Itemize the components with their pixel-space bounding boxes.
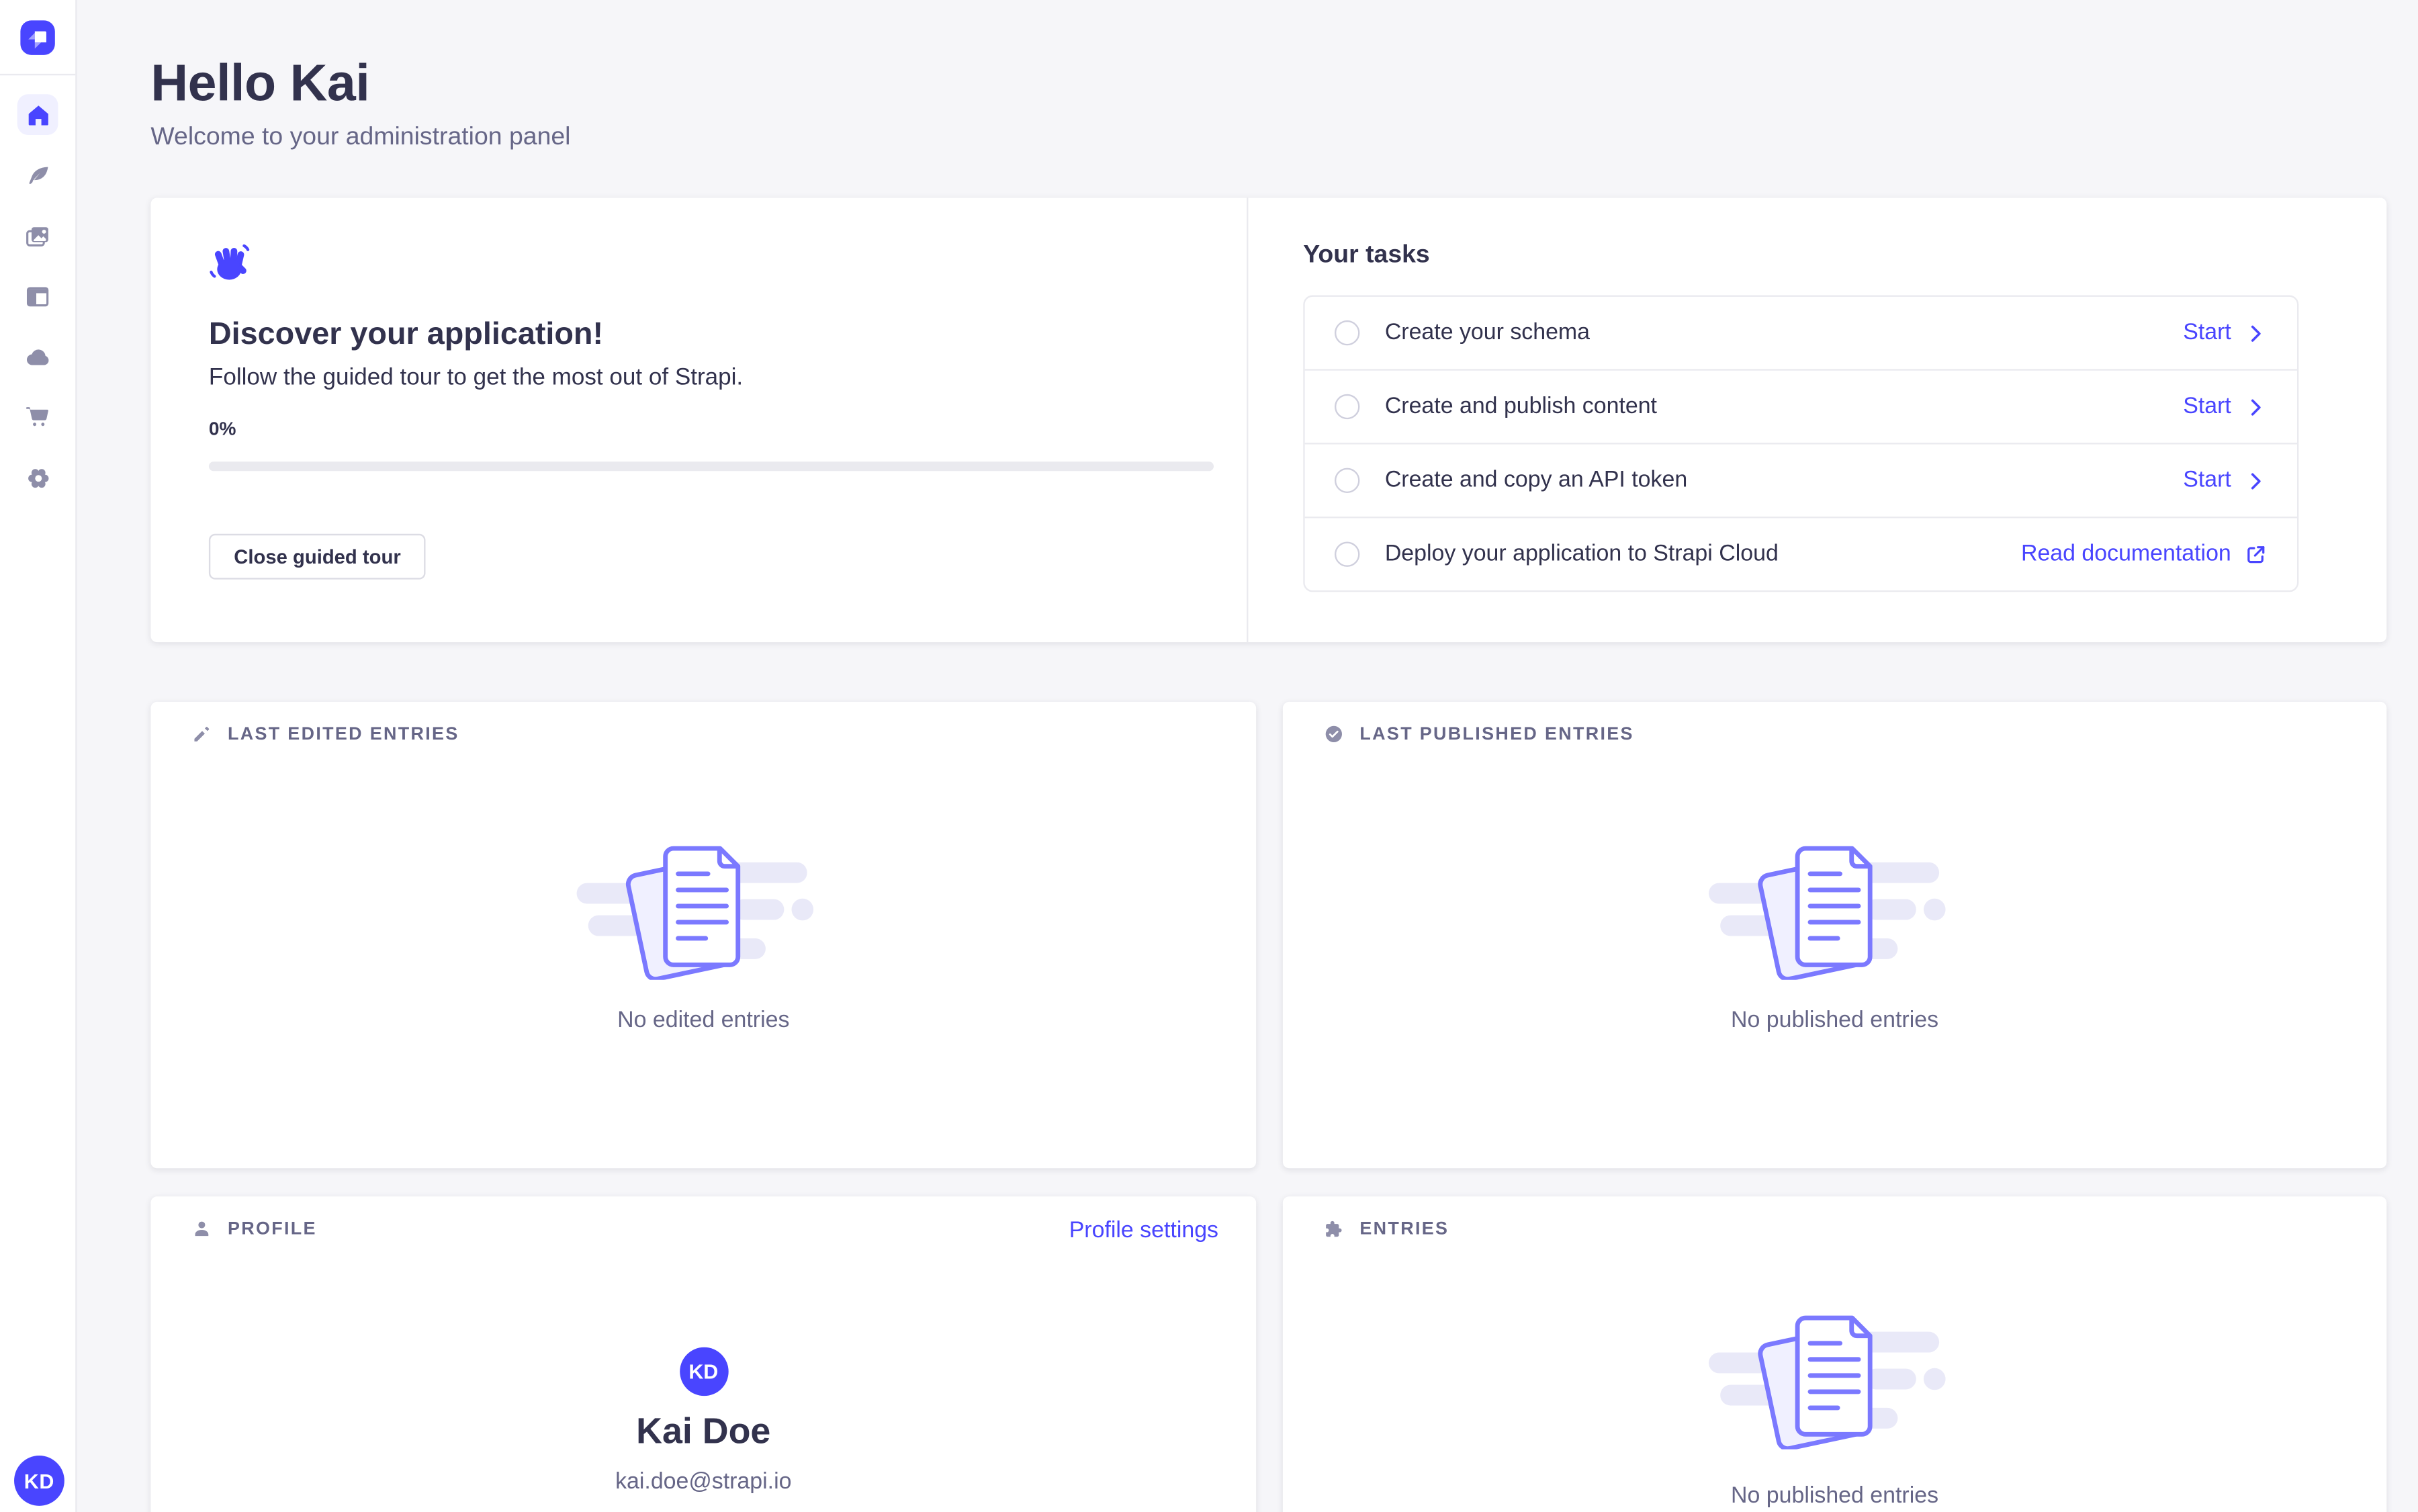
guided-tour-title: Discover your application!: [209, 317, 603, 353]
empty-state-text: No published entries: [1731, 1008, 1938, 1033]
task-label: Deploy your application to Strapi Cloud: [1385, 541, 1779, 566]
sidebar-item-content-type-builder[interactable]: [17, 276, 58, 317]
empty-state-text: No published entries: [1731, 1484, 1938, 1509]
last-edited-entries-card: LAST EDITED ENTRIES No edited entries: [150, 702, 1256, 1168]
sidebar-item-settings[interactable]: [17, 457, 58, 498]
profile-avatar: KD: [679, 1347, 727, 1396]
task-status-radio: [1335, 468, 1359, 493]
person-icon: [191, 1218, 212, 1239]
strapi-admin-homepage: KD Hello Kai Welcome to your administrat…: [0, 0, 2418, 1512]
task-label: Create and publish content: [1385, 394, 1657, 419]
panel-header: PROFILE: [191, 1218, 317, 1239]
tasks-list: Create your schema Start Create and publ…: [1303, 295, 2298, 592]
panel-caption: PROFILE: [228, 1219, 317, 1238]
chevron-right-icon: [2244, 395, 2268, 418]
panel-caption: ENTRIES: [1359, 1219, 1449, 1238]
profile-email: kai.doe@strapi.io: [615, 1470, 791, 1495]
task-action-label: Start: [2183, 394, 2231, 419]
cart-icon: [24, 402, 52, 430]
sidebar-divider: [0, 74, 75, 75]
task-action-label: Read documentation: [2021, 541, 2231, 566]
guided-tour-subtitle: Follow the guided tour to get the most o…: [209, 364, 743, 391]
empty-documents-illustration: [1707, 1306, 1962, 1450]
task-row-publish-content: Create and publish content Start: [1305, 369, 2297, 443]
layout-icon: [24, 283, 52, 311]
user-avatar[interactable]: KD: [14, 1456, 64, 1506]
panel-header: LAST EDITED ENTRIES: [191, 724, 459, 744]
task-start-link[interactable]: Start: [2183, 320, 2267, 345]
sidebar-item-content[interactable]: [17, 155, 58, 196]
puzzle-icon: [1324, 1218, 1344, 1239]
empty-state: No edited entries: [150, 702, 1256, 1033]
panel-header: LAST PUBLISHED ENTRIES: [1324, 724, 1634, 744]
task-start-link[interactable]: Start: [2183, 394, 2267, 419]
page-header: Hello Kai Welcome to your administration…: [150, 53, 570, 152]
task-action-label: Start: [2183, 468, 2231, 493]
gear-icon: [23, 462, 52, 492]
last-published-entries-card: LAST PUBLISHED ENTRIES No published entr…: [1283, 702, 2386, 1168]
profile-name: Kai Doe: [636, 1410, 770, 1452]
profile-settings-link[interactable]: Profile settings: [1069, 1218, 1218, 1243]
cloud-icon: [23, 341, 52, 371]
sidebar-item-home[interactable]: [17, 94, 58, 135]
check-circle-icon: [1324, 724, 1344, 744]
guided-tour-progress-bar: [209, 461, 1214, 471]
panel-caption: LAST PUBLISHED ENTRIES: [1359, 725, 1633, 744]
task-status-radio: [1335, 394, 1359, 419]
panel-header: ENTRIES: [1324, 1218, 1449, 1239]
page-subtitle: Welcome to your administration panel: [150, 124, 570, 152]
profile-card: PROFILE Profile settings KD Kai Doe kai.…: [150, 1196, 1256, 1512]
media-images-icon: [24, 223, 52, 251]
task-label: Create and copy an API token: [1385, 468, 1687, 493]
main-navigation-sidebar: KD: [0, 0, 77, 1512]
task-status-radio: [1335, 320, 1359, 345]
chevron-right-icon: [2244, 469, 2268, 492]
close-guided-tour-button[interactable]: Close guided tour: [209, 534, 426, 580]
card-vertical-divider: [1247, 198, 1248, 643]
sidebar-item-cloud[interactable]: [17, 336, 58, 377]
external-link-icon: [2244, 543, 2268, 566]
entries-card: ENTRIES No published entries: [1283, 1196, 2386, 1512]
empty-state: No published entries: [1283, 1196, 2386, 1509]
task-status-radio: [1335, 541, 1359, 566]
empty-state: No published entries: [1283, 702, 2386, 1033]
strapi-logo-icon: [20, 20, 54, 54]
panel-caption: LAST EDITED ENTRIES: [228, 725, 459, 744]
empty-documents-illustration: [576, 837, 831, 980]
task-row-create-schema: Create your schema Start: [1305, 297, 2297, 369]
task-action-label: Start: [2183, 320, 2231, 345]
sidebar-item-media-library[interactable]: [17, 217, 58, 258]
feather-icon: [24, 163, 51, 189]
page-title: Hello Kai: [150, 53, 570, 113]
task-label: Create your schema: [1385, 320, 1590, 345]
guided-tour-card: Discover your application! Follow the gu…: [150, 198, 2386, 643]
home-icon: [24, 101, 51, 128]
task-start-link[interactable]: Start: [2183, 468, 2267, 493]
pencil-icon: [191, 724, 212, 744]
waving-hand-icon: [208, 242, 251, 294]
task-row-deploy-cloud: Deploy your application to Strapi Cloud …: [1305, 517, 2297, 590]
profile-body: KD Kai Doe kai.doe@strapi.io: [150, 1196, 1256, 1512]
empty-documents-illustration: [1707, 837, 1962, 980]
guided-tour-progress-label: 0%: [209, 418, 236, 440]
chevron-right-icon: [2244, 321, 2268, 345]
task-read-documentation-link[interactable]: Read documentation: [2021, 541, 2268, 566]
empty-state-text: No edited entries: [617, 1008, 789, 1033]
sidebar-item-marketplace[interactable]: [17, 396, 58, 437]
strapi-logo[interactable]: [20, 20, 54, 54]
tasks-heading: Your tasks: [1303, 242, 1429, 270]
task-row-api-token: Create and copy an API token Start: [1305, 443, 2297, 517]
